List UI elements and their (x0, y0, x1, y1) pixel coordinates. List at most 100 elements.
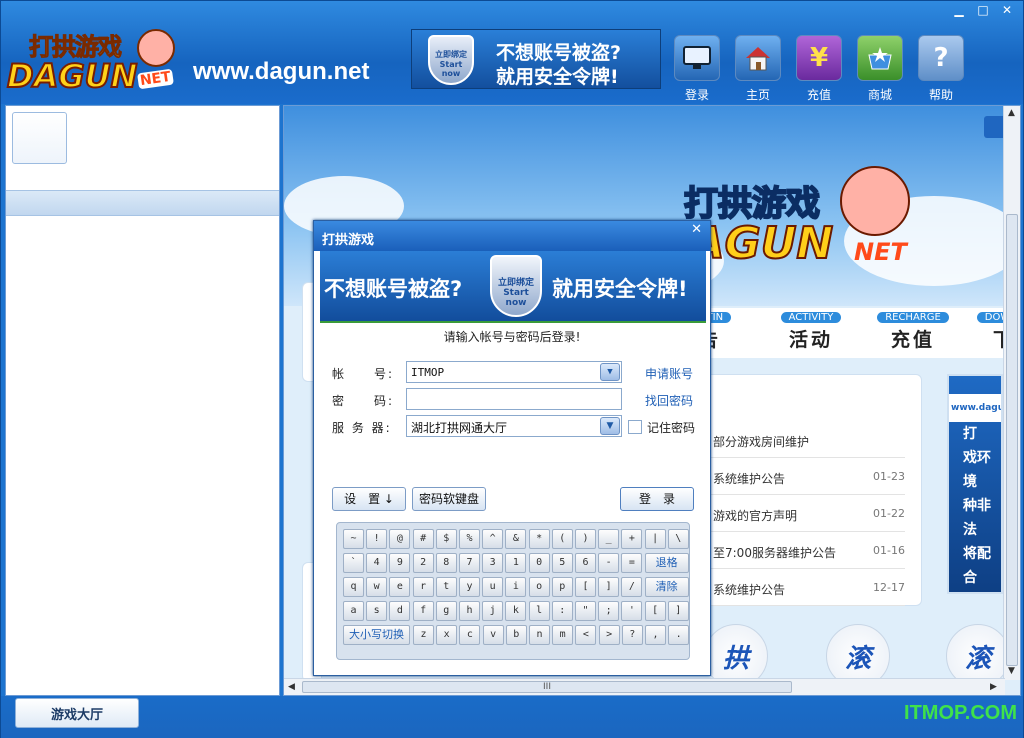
dialog-ad-banner[interactable]: 不想账号被盗? 立即绑定 Start now 就用安全令牌! (320, 251, 706, 323)
keyboard-key[interactable]: [ (644, 601, 666, 621)
keyboard-key[interactable]: 9 (389, 553, 411, 573)
keyboard-key[interactable]: _ (598, 529, 620, 549)
keyboard-key[interactable]: 5 (551, 553, 573, 573)
site-url[interactable]: www.dagun.net (193, 58, 369, 86)
toolbar-login-button[interactable]: 登录 (672, 35, 722, 103)
keyboard-key[interactable]: y (459, 577, 480, 597)
nav-activity[interactable]: ACTIVITY 活动 (756, 308, 866, 352)
keyboard-key[interactable]: # (412, 529, 434, 549)
keyboard-key[interactable]: * (528, 529, 550, 549)
keyboard-key[interactable]: ~ (343, 529, 364, 549)
keyboard-key[interactable]: 清除 (644, 577, 689, 597)
keyboard-key[interactable]: ] (598, 577, 620, 597)
keyboard-key[interactable]: + (621, 529, 643, 549)
keyboard-key[interactable]: m (552, 625, 574, 645)
horizontal-scroll-thumb[interactable]: III (302, 681, 792, 693)
keyboard-key[interactable]: w (366, 577, 388, 597)
keyboard-key[interactable]: n (529, 625, 550, 645)
keyboard-key[interactable]: u (482, 577, 504, 597)
toolbar-recharge-button[interactable]: ¥ 充值 (794, 35, 844, 103)
keyboard-key[interactable]: 3 (482, 553, 504, 573)
keyboard-key[interactable]: q (343, 577, 364, 597)
game-hall-button[interactable]: 游戏大厅 (15, 698, 139, 728)
keyboard-key[interactable]: ^ (482, 529, 504, 549)
settings-button[interactable]: 设 置 ↓ (332, 487, 406, 511)
toolbar-home-button[interactable]: 主页 (733, 35, 783, 103)
keyboard-key[interactable]: f (412, 601, 434, 621)
register-link[interactable]: 申请账号 (645, 365, 693, 382)
keyboard-key[interactable]: ! (366, 529, 388, 549)
toolbar-help-button[interactable]: ? 帮助 (916, 35, 966, 103)
chevron-down-icon[interactable]: ▼ (600, 363, 620, 381)
keyboard-key[interactable]: @ (389, 529, 411, 549)
keyboard-key[interactable]: < (575, 625, 597, 645)
nav-recharge[interactable]: RECHARGE 充值 (858, 308, 968, 352)
keyboard-key[interactable]: v (482, 625, 504, 645)
keyboard-key[interactable]: k (505, 601, 527, 621)
keyboard-key[interactable]: / (621, 577, 643, 597)
news-item[interactable]: 至7:00服务器维护公告 01-16 (705, 532, 905, 569)
keyboard-key[interactable]: . (668, 625, 690, 645)
scroll-right-icon[interactable]: ▶ (990, 682, 997, 692)
keyboard-key[interactable]: a (343, 601, 364, 621)
keyboard-key[interactable]: 7 (459, 553, 480, 573)
news-item[interactable]: 系统维护公告 12-17 (705, 569, 905, 606)
keyboard-key[interactable]: 8 (435, 553, 457, 573)
keyboard-key[interactable]: " (575, 601, 596, 621)
keyboard-key[interactable]: % (459, 529, 480, 549)
keyboard-key[interactable]: [ (575, 577, 596, 597)
scroll-up-icon[interactable]: ▲ (1008, 108, 1015, 118)
keyboard-key[interactable]: 大小写切换 (343, 625, 410, 645)
keyboard-key[interactable]: z (413, 625, 434, 645)
keyboard-key[interactable]: 0 (528, 553, 550, 573)
keyboard-key[interactable]: $ (435, 529, 457, 549)
close-button[interactable]: ✕ (995, 3, 1019, 17)
account-field[interactable]: ITMOP ▼ (406, 361, 622, 383)
keyboard-key[interactable]: : (551, 601, 573, 621)
keyboard-key[interactable]: ; (598, 601, 620, 621)
news-item[interactable]: 游戏的官方声明 01-22 (705, 495, 905, 532)
keyboard-key[interactable]: e (389, 577, 411, 597)
news-item[interactable]: 部分游戏房间维护 (705, 421, 905, 458)
scroll-down-icon[interactable]: ▼ (1008, 666, 1015, 676)
avatar[interactable] (12, 112, 67, 164)
server-select[interactable]: 湖北打拱网通大厅 ▼ (406, 415, 622, 437)
keyboard-key[interactable]: ( (551, 529, 573, 549)
scroll-left-icon[interactable]: ◀ (288, 682, 295, 692)
keyboard-key[interactable]: ? (621, 625, 643, 645)
keyboard-key[interactable]: t (435, 577, 457, 597)
keyboard-key[interactable]: l (528, 601, 550, 621)
keyboard-key[interactable]: ' (621, 601, 643, 621)
keyboard-key[interactable]: d (389, 601, 411, 621)
keyboard-key[interactable]: 6 (575, 553, 596, 573)
keyboard-key[interactable]: i (505, 577, 527, 597)
login-button[interactable]: 登 录 (620, 487, 694, 511)
remember-password-label[interactable]: 记住密码 (647, 419, 695, 436)
keyboard-key[interactable]: o (528, 577, 550, 597)
keyboard-key[interactable]: g (435, 601, 457, 621)
keyboard-key[interactable]: & (505, 529, 527, 549)
toolbar-shop-button[interactable]: 商城 (855, 35, 905, 103)
keyboard-key[interactable]: \ (667, 529, 689, 549)
remember-password-checkbox[interactable] (628, 420, 642, 434)
chevron-down-icon[interactable]: ▼ (600, 417, 620, 435)
recover-password-link[interactable]: 找回密码 (645, 392, 693, 409)
soft-keyboard-button[interactable]: 密码软键盘 (412, 487, 486, 511)
side-ad-panel[interactable]: www.dagun 打 戏环境 种非法 将配合 (947, 374, 1003, 594)
keyboard-key[interactable]: 4 (366, 553, 388, 573)
vertical-scrollbar[interactable]: ▲ ▼ (1003, 106, 1020, 680)
keyboard-key[interactable]: x (436, 625, 458, 645)
keyboard-key[interactable]: p (551, 577, 573, 597)
password-field[interactable] (406, 388, 622, 410)
keyboard-key[interactable]: = (621, 553, 643, 573)
keyboard-key[interactable]: j (482, 601, 504, 621)
keyboard-key[interactable]: s (366, 601, 388, 621)
keyboard-key[interactable]: b (505, 625, 527, 645)
maximize-button[interactable]: □ (971, 3, 995, 17)
keyboard-key[interactable]: h (459, 601, 480, 621)
keyboard-key[interactable]: 2 (412, 553, 434, 573)
keyboard-key[interactable]: c (459, 625, 481, 645)
close-icon[interactable]: ✕ (691, 222, 702, 237)
header-ad-banner[interactable]: 立即绑定 Start now 不想账号被盗? 就用安全令牌! (411, 29, 661, 89)
keyboard-key[interactable]: ` (343, 553, 364, 573)
